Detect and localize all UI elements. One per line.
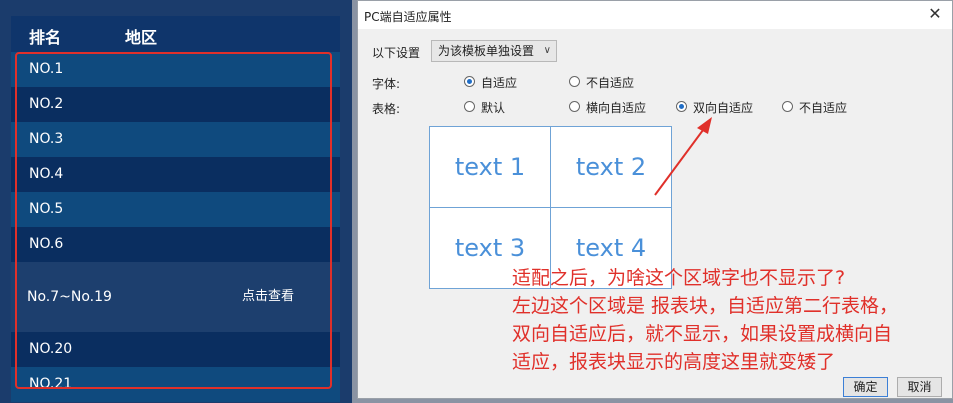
annotation-line: 双向自适应后，就不显示，如果设置成横向自 <box>512 323 893 345</box>
font-label: 字体: <box>372 77 401 91</box>
radio-label: 默认 <box>481 101 506 115</box>
radio-label: 自适应 <box>481 76 518 90</box>
radio-icon <box>782 101 793 112</box>
settings-select-value: 为该模板单独设置 <box>438 44 535 58</box>
annotation-line: 左边这个区域是 报表块，自适应第二行表格， <box>512 295 899 317</box>
radio-label: 双向自适应 <box>693 101 754 115</box>
dialog-titlebar: PC端自适应属性 ✕ <box>358 1 952 29</box>
preview-cell: text 1 <box>429 126 551 208</box>
annotation-text: 适配之后，为啥这个区域字也不显示了? 左边这个区域是 报表块，自适应第二行表格，… <box>512 264 952 376</box>
chevron-down-icon: ∨ <box>543 45 551 56</box>
annotation-line: 适应，报表块显示的高度这里就变矮了 <box>512 351 836 373</box>
settings-label: 以下设置 <box>372 46 421 60</box>
annotation-line: 适配之后，为啥这个区域字也不显示了? <box>512 267 846 289</box>
highlight-box <box>15 52 332 389</box>
cancel-button[interactable]: 取消 <box>897 377 942 397</box>
preview-cell: text 2 <box>550 126 672 208</box>
ranking-header: 排名 地区 <box>11 16 340 52</box>
settings-select[interactable]: 为该模板单独设置 ∨ <box>431 40 557 62</box>
radio-label: 不自适应 <box>799 101 848 115</box>
radio-selected-icon <box>676 101 687 112</box>
radio-icon <box>569 76 580 87</box>
ok-button[interactable]: 确定 <box>843 377 888 397</box>
header-region: 地区 <box>125 28 158 47</box>
radio-icon <box>569 101 580 112</box>
dialog-title: PC端自适应属性 <box>364 10 452 24</box>
radio-icon <box>464 101 475 112</box>
close-icon[interactable]: ✕ <box>926 5 944 23</box>
radio-selected-icon <box>464 76 475 87</box>
table-label: 表格: <box>372 102 401 116</box>
ranking-panel: 排名 地区 NO.1 NO.2 NO.3 NO.4 NO.5 NO.6 No.7… <box>0 0 352 403</box>
header-rank: 排名 <box>29 28 62 47</box>
radio-label: 横向自适应 <box>586 101 647 115</box>
radio-label: 不自适应 <box>586 76 635 90</box>
